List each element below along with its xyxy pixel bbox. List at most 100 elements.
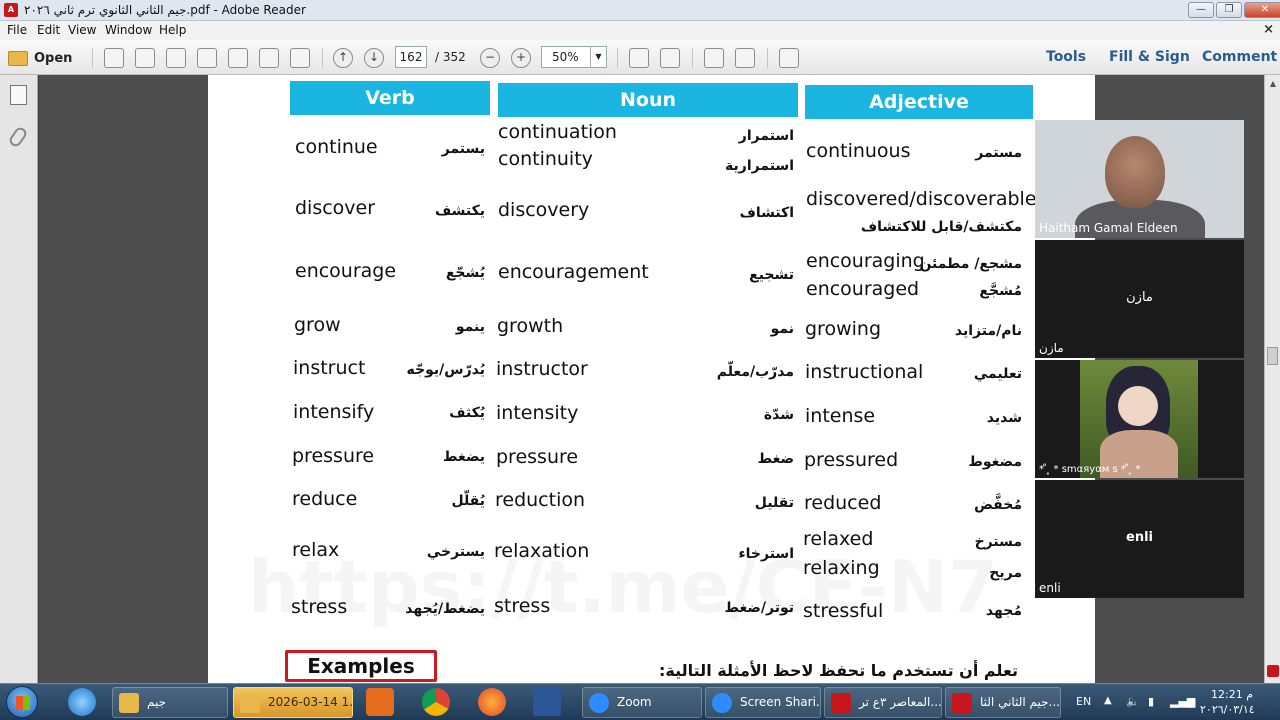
fit-page-icon[interactable] xyxy=(629,48,649,68)
combine-files-icon[interactable] xyxy=(135,48,155,68)
adjective-cell: pressured xyxy=(804,449,899,471)
chevron-down-icon[interactable]: ▼ xyxy=(590,47,606,67)
menu-view[interactable]: View xyxy=(68,23,96,37)
media-player-icon[interactable] xyxy=(366,688,394,716)
taskbar-pdf-button[interactable]: جيم الثاني الثا... xyxy=(945,687,1061,718)
taskbar-zoom-button[interactable]: Zoom xyxy=(582,687,702,718)
verb-cell: instruct xyxy=(293,357,366,379)
show-hidden-icons-icon[interactable]: ▲ xyxy=(1104,695,1112,706)
word-icon[interactable] xyxy=(533,688,561,716)
page-thumbnails-icon[interactable] xyxy=(10,85,27,105)
scroll-up-icon[interactable]: ▲ xyxy=(1268,79,1278,89)
taskbar-pdf-button[interactable]: المعاصر ٣ع تر... xyxy=(824,687,942,718)
verb-cell: intensify xyxy=(293,401,375,423)
volume-icon[interactable]: 🔈 xyxy=(1126,695,1140,708)
clock-time[interactable]: 12:21 م xyxy=(1211,688,1253,701)
zoom-out-icon[interactable]: − xyxy=(480,48,500,68)
fullscreen-icon[interactable] xyxy=(779,48,799,68)
zoom-in-icon[interactable]: + xyxy=(511,48,531,68)
taskbar: جيم 2026-03-14 1... Zoom Screen Shari...… xyxy=(0,683,1280,720)
network-icon[interactable]: ▮ xyxy=(1148,695,1154,708)
toolbar: Open ↑ ↓ − + Tools Fill & Sign Comment xyxy=(0,40,1280,75)
noun-cell: growth xyxy=(497,315,564,337)
verb-arabic: يُدرّس/يوجّه xyxy=(406,362,485,378)
noun-cell: discovery xyxy=(498,199,590,221)
participant-name: enli xyxy=(1039,581,1061,595)
attachments-icon[interactable] xyxy=(7,125,29,149)
firefox-icon[interactable] xyxy=(478,688,506,716)
page-number-input[interactable]: 162 xyxy=(395,46,427,68)
start-button[interactable] xyxy=(6,686,38,718)
email-icon[interactable] xyxy=(290,48,310,68)
adjective-arabic: مسترخ xyxy=(974,534,1022,550)
fit-width-icon[interactable] xyxy=(660,48,680,68)
verb-arabic: ينمو xyxy=(455,319,485,335)
acrobat-badge-icon xyxy=(1267,665,1279,677)
navigation-pane xyxy=(0,75,38,683)
noun-cell: reduction xyxy=(495,489,586,511)
fill-sign-link[interactable]: Fill & Sign xyxy=(1109,49,1190,65)
tools-link[interactable]: Tools xyxy=(1046,49,1086,65)
highlight-icon[interactable] xyxy=(735,48,755,68)
adjective-cell: continuous xyxy=(806,140,911,162)
noun-arabic: مدرّب/معلّم xyxy=(716,364,794,380)
video-tile[interactable]: enli enli xyxy=(1035,480,1244,598)
toolbar-divider xyxy=(322,48,323,68)
header-adjective: Adjective xyxy=(805,85,1033,119)
print-icon[interactable] xyxy=(259,48,279,68)
menu-bar: File Edit View Window Help × xyxy=(0,21,1280,40)
screen: A جيم الثاني الثانوي ترم ثاني ٢٠٢٦.pdf -… xyxy=(0,0,1280,720)
signal-icon[interactable]: ▂▄▆ xyxy=(1170,695,1195,708)
participant-name: * ̊ ̥ * ꜱmαяуαм ꜱ * ̊ ̥ * xyxy=(1039,464,1141,475)
cloud-upload-icon[interactable] xyxy=(197,48,217,68)
taskbar-screen-share-button[interactable]: Screen Shari... xyxy=(705,687,821,718)
maximize-button[interactable]: ❐ xyxy=(1216,2,1242,18)
adjective-arabic: مشجع/ مطمئن xyxy=(919,256,1022,272)
language-indicator[interactable]: EN xyxy=(1076,695,1091,708)
edit-pdf-icon[interactable] xyxy=(166,48,186,68)
save-icon[interactable] xyxy=(228,48,248,68)
pdf-page: https://t.me/CE-N7 Verb Noun Adjective c… xyxy=(208,75,1095,683)
menu-window[interactable]: Window xyxy=(105,23,152,37)
comment-link[interactable]: Comment xyxy=(1202,49,1277,65)
scrollbar-thumb[interactable] xyxy=(1267,347,1278,365)
internet-explorer-icon[interactable] xyxy=(68,688,96,716)
participant-name: Haitham Gamal Eldeen xyxy=(1039,221,1178,235)
video-tile[interactable]: * ̊ ̥ * ꜱmαяуαм ꜱ * ̊ ̥ * xyxy=(1035,360,1244,478)
comment-icon[interactable] xyxy=(704,48,724,68)
verb-cell: reduce xyxy=(292,488,358,510)
taskbar-folder-active-button[interactable]: 2026-03-14 1... xyxy=(233,687,353,718)
chrome-icon[interactable] xyxy=(422,688,450,716)
close-button[interactable]: ✕ xyxy=(1244,2,1280,18)
folder-icon xyxy=(240,693,260,713)
adjective-cell: encouraging xyxy=(806,250,925,272)
menu-help[interactable]: Help xyxy=(159,23,186,37)
taskbar-folder-button[interactable]: جيم xyxy=(112,687,228,718)
previous-page-icon[interactable]: ↑ xyxy=(333,48,353,68)
open-label: Open xyxy=(34,50,73,66)
minimize-button[interactable]: — xyxy=(1188,2,1214,18)
noun-cell: pressure xyxy=(496,446,579,468)
clock-date[interactable]: ٢٠٢٦/٠٣/١٤ xyxy=(1200,703,1255,716)
noun-cell: relaxation xyxy=(494,540,590,562)
noun-cell: stress xyxy=(494,595,551,617)
close-document-icon[interactable]: × xyxy=(1263,22,1274,37)
next-page-icon[interactable]: ↓ xyxy=(364,48,384,68)
title-bar: A جيم الثاني الثانوي ترم ثاني ٢٠٢٦.pdf -… xyxy=(0,0,1280,21)
adjective-arabic: تعليمي xyxy=(973,366,1022,382)
pdf-icon xyxy=(952,693,972,713)
watermark: https://t.me/CE-N7 xyxy=(248,545,999,629)
create-pdf-icon[interactable] xyxy=(104,48,124,68)
video-tile[interactable]: Haitham Gamal Eldeen xyxy=(1035,120,1244,238)
zoom-select[interactable]: 50% ▼ xyxy=(541,46,607,68)
menu-edit[interactable]: Edit xyxy=(37,23,60,37)
noun-cell: intensity xyxy=(496,402,579,424)
vertical-scrollbar[interactable]: ▲ xyxy=(1264,75,1280,683)
menu-file[interactable]: File xyxy=(7,23,27,37)
noun-cell: continuity xyxy=(498,148,593,170)
adjective-cell: relaxing xyxy=(803,557,880,579)
adjective-arabic: مُشجَّع xyxy=(979,283,1022,299)
adjective-cell: instructional xyxy=(805,361,924,383)
video-tile[interactable]: مازن مازن xyxy=(1035,240,1244,358)
open-button[interactable]: Open xyxy=(8,47,72,69)
